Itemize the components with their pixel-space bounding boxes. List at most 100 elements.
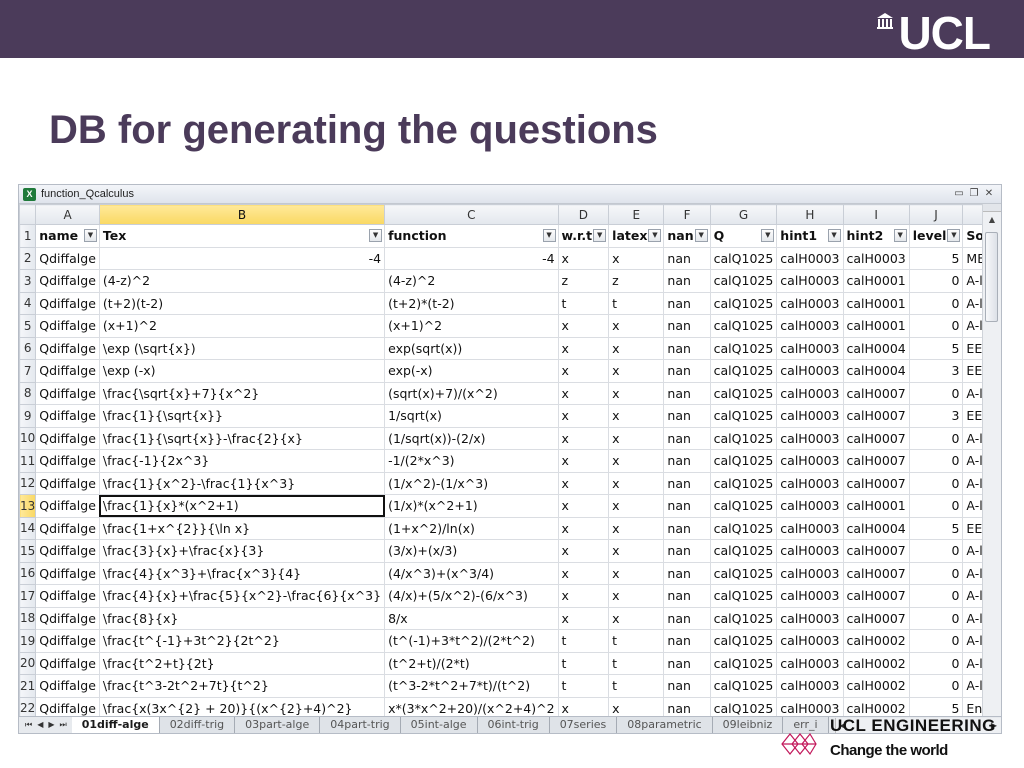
table-cell[interactable]: calQ1025 [709,584,778,608]
table-cell[interactable]: A-level [962,651,983,675]
table-cell[interactable]: A-level [962,629,983,653]
table-cell[interactable]: calH0003 [776,449,844,473]
table-cell[interactable]: calQ1025 [709,651,778,675]
minimize-icon[interactable]: ▭ [953,187,965,200]
table-cell[interactable]: nan [663,516,711,540]
table-cell[interactable]: -4 [384,246,559,270]
row-header[interactable]: 15 [19,539,37,563]
table-cell[interactable]: x [557,561,610,585]
table-cell[interactable]: A-level [962,314,983,338]
table-cell[interactable]: (4/x)+(5/x^2)-(6/x^3) [384,584,559,608]
scroll-thumb[interactable] [985,232,998,322]
column-header-b[interactable]: B [98,204,386,225]
table-cell[interactable]: (x+1)^2 [384,314,559,338]
table-cell[interactable]: 0 [908,471,964,495]
table-cell[interactable]: nan [663,494,711,518]
table-cell[interactable]: calH0007 [842,584,910,608]
table-cell[interactable]: x [557,404,610,428]
table-cell[interactable]: \frac{x(3x^{2} + 20)}{(x^{2}+4)^2} [98,696,386,717]
table-cell[interactable]: calH0003 [776,651,844,675]
table-cell[interactable]: calQ1025 [709,494,778,518]
table-cell[interactable]: 1/sqrt(x) [384,404,559,428]
table-cell[interactable]: nan [663,561,711,585]
table-cell[interactable]: calQ1025 [709,516,778,540]
header-cell[interactable]: Q ▼ [709,224,778,248]
table-cell[interactable]: A-level [962,606,983,630]
close-icon[interactable]: ✕ [983,187,995,200]
table-cell[interactable]: calH0001 [842,314,910,338]
filter-dropdown-icon[interactable]: ▼ [542,229,556,242]
table-cell[interactable]: Englefield [962,696,983,717]
table-cell[interactable]: calH0003 [776,269,844,293]
column-header-a[interactable]: A [35,204,100,225]
table-cell[interactable]: calQ1025 [709,696,778,717]
row-header[interactable]: 18 [19,606,37,630]
table-cell[interactable]: 5 [908,336,964,360]
table-cell[interactable]: x [608,449,665,473]
table-cell[interactable]: t [557,651,610,675]
table-cell[interactable]: x [608,516,665,540]
sheet-tab[interactable]: 05int-alge [400,717,478,733]
table-cell[interactable]: Qdiffalge [35,494,100,518]
table-cell[interactable]: calQ1025 [709,471,778,495]
table-cell[interactable]: Qdiffalge [35,404,100,428]
sheet-tab[interactable]: 02diff-trig [159,717,236,733]
table-cell[interactable]: calH0001 [842,291,910,315]
filter-dropdown-icon[interactable]: ▼ [893,229,907,242]
table-cell[interactable]: Qdiffalge [35,269,100,293]
sheet-tab[interactable]: 06int-trig [477,717,550,733]
table-cell[interactable]: \frac{\sqrt{x}+7}{x^2} [98,381,386,405]
table-cell[interactable]: nan [663,404,711,428]
table-cell[interactable]: x [608,471,665,495]
row-header[interactable]: 20 [19,651,37,675]
table-cell[interactable]: (t^(-1)+3*t^2)/(2*t^2) [384,629,559,653]
header-cell[interactable]: name ▼ [35,224,100,248]
table-cell[interactable]: calQ1025 [709,269,778,293]
table-cell[interactable]: -4 [98,246,386,270]
table-cell[interactable]: calH0003 [776,381,844,405]
table-cell[interactable]: t [557,629,610,653]
table-cell[interactable]: \frac{4}{x^3}+\frac{x^3}{4} [98,561,386,585]
first-sheet-icon[interactable]: ⏮ [25,720,32,730]
table-cell[interactable]: 8/x [384,606,559,630]
table-cell[interactable]: nan [663,449,711,473]
sheet-tab[interactable]: 01diff-alge [71,717,160,733]
table-cell[interactable]: x [608,359,665,383]
table-cell[interactable]: calH0003 [776,426,844,450]
table-cell[interactable]: x [608,606,665,630]
table-cell[interactable]: calH0004 [842,336,910,360]
table-cell[interactable]: \frac{t^{-1}+3t^2}{2t^2} [98,629,386,653]
table-cell[interactable]: A-level [962,269,983,293]
table-cell[interactable]: \frac{1}{\sqrt{x}} [98,404,386,428]
filter-dropdown-icon[interactable]: ▼ [694,229,708,242]
table-cell[interactable]: x [557,584,610,608]
table-cell[interactable]: calH0007 [842,471,910,495]
sheet-tab[interactable]: 07series [549,717,618,733]
sheet-tab[interactable]: 09leibniz [712,717,784,733]
table-cell[interactable]: x [557,359,610,383]
table-cell[interactable]: x [557,246,610,270]
table-cell[interactable]: (t+2)*(t-2) [384,291,559,315]
row-header[interactable]: 5 [19,314,37,338]
table-cell[interactable]: Qdiffalge [35,426,100,450]
table-cell[interactable]: calH0007 [842,381,910,405]
table-cell[interactable]: (1+x^2)/ln(x) [384,516,559,540]
table-cell[interactable]: A-level [962,471,983,495]
table-cell[interactable]: calH0003 [776,291,844,315]
table-cell[interactable]: Qdiffalge [35,674,100,698]
table-cell[interactable]: x [557,314,610,338]
table-cell[interactable]: calQ1025 [709,336,778,360]
row-header[interactable]: 10 [19,426,37,450]
table-cell[interactable]: calH0002 [842,629,910,653]
table-cell[interactable]: calH0003 [776,629,844,653]
column-header-k[interactable]: K [962,204,983,225]
table-cell[interactable]: (1/sqrt(x))-(2/x) [384,426,559,450]
table-cell[interactable]: A-level [962,561,983,585]
restore-icon[interactable]: ❐ [968,187,980,200]
table-cell[interactable]: \frac{t^3-2t^2+7t}{t^2} [98,674,386,698]
table-cell[interactable]: 5 [908,246,964,270]
filter-dropdown-icon[interactable]: ▼ [947,229,961,242]
table-cell[interactable]: A-level [962,674,983,698]
table-cell[interactable]: 3 [908,359,964,383]
table-cell[interactable]: A-level [962,426,983,450]
